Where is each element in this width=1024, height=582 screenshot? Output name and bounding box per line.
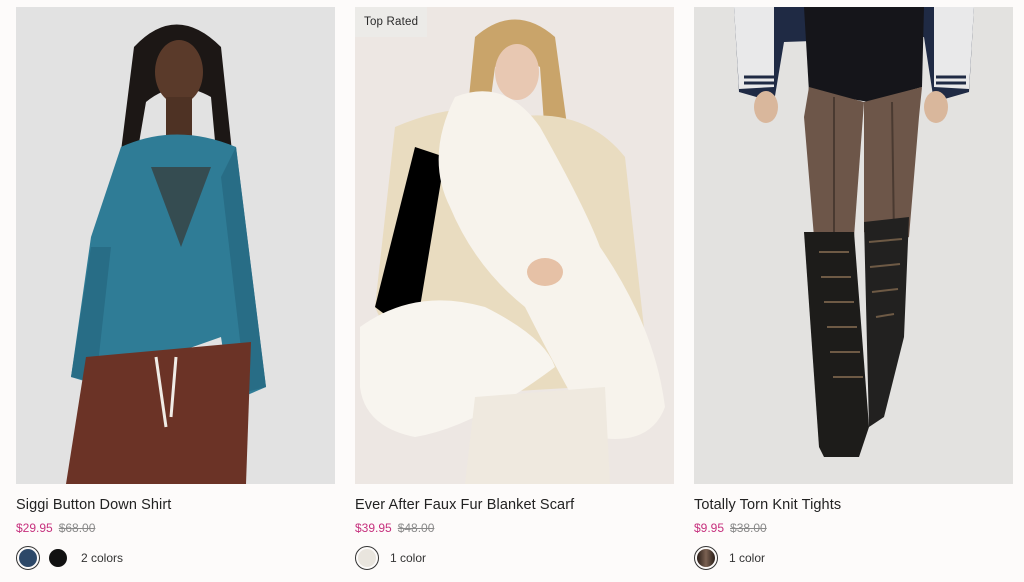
color-swatch-selected[interactable] [16, 546, 40, 570]
original-price: $38.00 [730, 521, 767, 535]
product-photo-knit-tights [694, 7, 1013, 484]
color-swatch-selected[interactable] [694, 546, 718, 570]
product-price: $9.95 $38.00 [694, 521, 1013, 535]
product-image[interactable]: Top Rated [355, 7, 674, 484]
product-price: $39.95 $48.00 [355, 521, 674, 535]
sale-price: $9.95 [694, 521, 725, 535]
product-photo-blue-shirt [16, 7, 335, 484]
color-count: 1 color [390, 551, 427, 565]
product-title[interactable]: Totally Torn Knit Tights [694, 497, 1013, 513]
color-swatch[interactable] [49, 549, 67, 567]
sale-price: $29.95 [16, 521, 53, 535]
product-image[interactable] [16, 7, 335, 484]
top-rated-badge: Top Rated [355, 7, 428, 37]
product-card[interactable]: Totally Torn Knit Tights $9.95 $38.00 1 c… [694, 7, 1013, 572]
product-grid: Siggi Button Down Shirt $29.95 $68.00 2 c… [0, 0, 1024, 582]
original-price: $48.00 [397, 521, 435, 535]
color-swatch-selected[interactable] [355, 546, 379, 570]
color-swatches: 1 color [694, 544, 1013, 572]
product-photo-faux-fur-scarf [355, 7, 674, 484]
product-card[interactable]: Siggi Button Down Shirt $29.95 $68.00 2 c… [16, 7, 335, 572]
product-image[interactable] [694, 7, 1013, 484]
color-count: 1 color [729, 551, 766, 565]
product-price: $29.95 $68.00 [16, 521, 335, 535]
color-count: 2 colors [81, 551, 124, 565]
product-card[interactable]: Top Rated Ever After Faux Fur Blanket Sc… [355, 7, 674, 572]
color-swatches: 2 colors [16, 544, 335, 572]
sale-price: $39.95 [355, 521, 392, 535]
product-title[interactable]: Siggi Button Down Shirt [16, 497, 335, 513]
color-swatches: 1 color [355, 544, 674, 572]
product-title[interactable]: Ever After Faux Fur Blanket Scarf [355, 497, 674, 513]
original-price: $68.00 [58, 521, 96, 535]
